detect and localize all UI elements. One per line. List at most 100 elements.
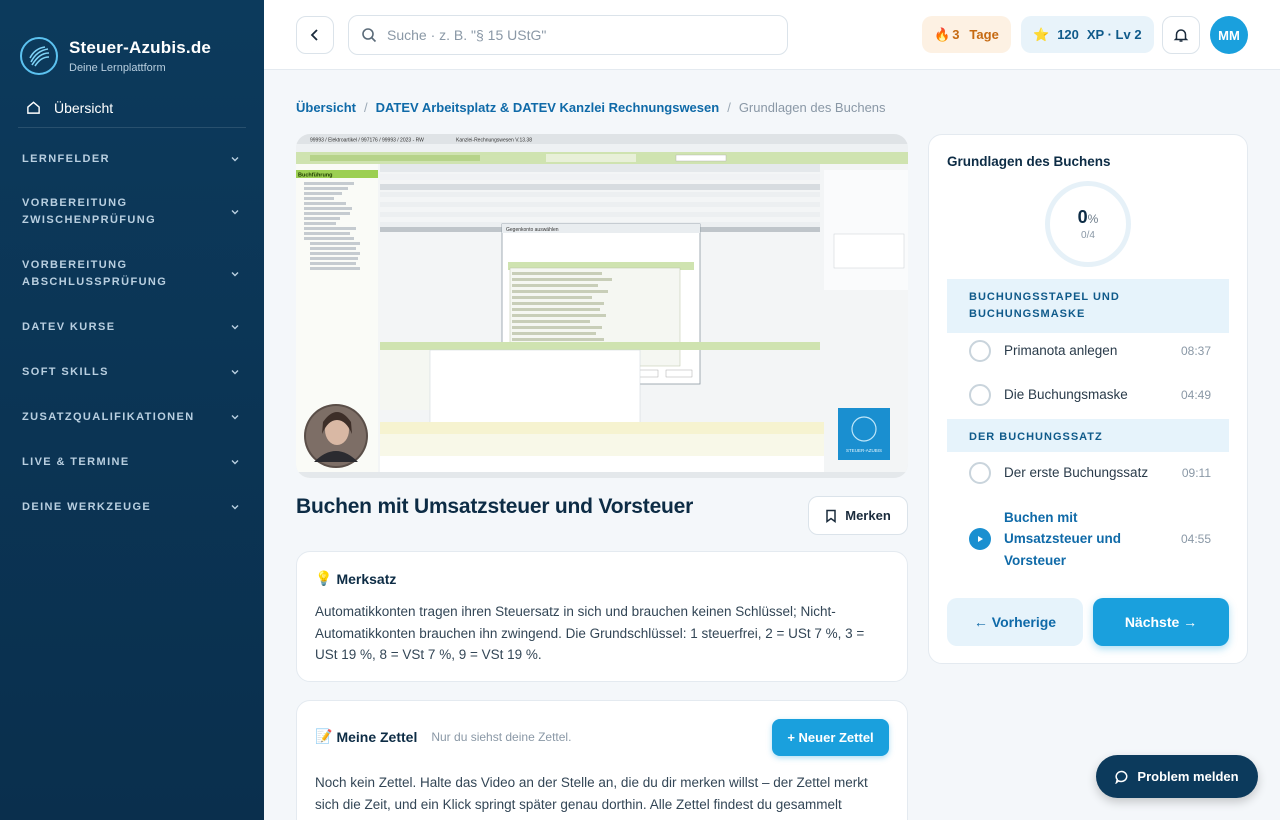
chevron-down-icon	[230, 457, 240, 467]
lesson-title: Buchen mit Umsatzsteuer und Vorsteuer	[296, 495, 694, 518]
sidebar-section[interactable]: LERNFELDER	[0, 150, 264, 168]
lesson-name: Buchen mit Umsatzsteuer und Vorsteuer	[1004, 509, 1122, 568]
search-input[interactable]	[387, 27, 767, 43]
video-watermark: STEUER-AZUBIS	[846, 448, 882, 453]
merksatz-heading: Merksatz	[336, 570, 397, 587]
breadcrumb: Übersicht / DATEV Arbeitsplatz & DATEV K…	[296, 100, 886, 115]
sidebar-section-label-line: VORBEREITUNG	[22, 197, 128, 209]
sidebar-section[interactable]: VORBEREITUNG ZWISCHENPRÜFUNG	[0, 195, 264, 229]
star-icon: ⭐	[1033, 26, 1050, 42]
streak-label: Tage	[969, 27, 999, 42]
sidebar-section-label: DEINE WERKZEUGE	[22, 499, 151, 516]
lightbulb-icon: 💡	[315, 570, 333, 586]
sidebar-section[interactable]: LIVE & TERMINE	[0, 453, 264, 471]
lesson-status-icon	[969, 462, 991, 484]
breadcrumb-current: Grundlagen des Buchens	[738, 100, 886, 115]
sidebar-section-label: VORBEREITUNG ABSCHLUSSPRÜFUNG	[22, 257, 167, 291]
user-avatar[interactable]: MM	[1210, 16, 1248, 54]
merksatz-text: Automatikkonten tragen ihren Steuersatz …	[315, 604, 865, 662]
breadcrumb-separator: /	[363, 100, 368, 115]
progress-percent: 0	[1077, 207, 1088, 227]
search-icon	[362, 28, 377, 43]
sidebar-section[interactable]: VORBEREITUNG ABSCHLUSSPRÜFUNG	[0, 257, 264, 291]
lesson-item[interactable]: Der erste Buchungssatz 09:11	[947, 459, 1229, 487]
progress-unit: %	[1087, 212, 1099, 226]
lesson-item[interactable]: Primanota anlegen 08:37	[947, 337, 1229, 365]
bell-icon	[1173, 29, 1189, 42]
notes-card: 📝 Meine Zettel Nur du siehst deine Zette…	[296, 700, 908, 820]
memo-icon: 📝	[315, 728, 333, 744]
progress-count: 0/4	[1081, 230, 1095, 241]
chevron-down-icon	[230, 412, 240, 422]
sidebar: Steuer-Azubis.de Deine Lernplattform Übe…	[0, 0, 264, 820]
brand[interactable]: Steuer-Azubis.de Deine Lernplattform	[0, 0, 264, 88]
bookmark-button[interactable]: Merken	[808, 496, 908, 535]
section-header: DER BUCHUNGSSATZ	[947, 419, 1229, 452]
section-header: BUCHUNGSSTAPEL UND BUCHUNGSMASKE	[947, 279, 1229, 333]
sidebar-section[interactable]: DATEV KURSE	[0, 318, 264, 336]
topbar: 🔥 3 Tage ⭐ 120 XP · Lv 2 MM	[264, 0, 1280, 70]
report-problem-label: Problem melden	[1137, 769, 1239, 784]
search-box[interactable]	[348, 15, 788, 55]
chevron-down-icon	[230, 154, 240, 164]
chevron-left-icon	[310, 29, 318, 41]
chevron-down-icon	[230, 502, 240, 512]
sidebar-section[interactable]: SOFT SKILLS	[0, 363, 264, 381]
chevron-down-icon	[230, 269, 240, 279]
video-frame: 99993 / Elektroartikel / 997176 / 99993 …	[296, 134, 908, 478]
sidebar-section-label: SOFT SKILLS	[22, 364, 109, 381]
chapter-title: Grundlagen des Buchens	[947, 154, 1111, 169]
video-window-title: 99993 / Elektroartikel / 997176 / 99993 …	[310, 138, 424, 144]
sidebar-section-label: ZUSATZQUALIFIKATIONEN	[22, 409, 195, 426]
sidebar-section[interactable]: DEINE WERKZEUGE	[0, 498, 264, 516]
sidebar-section-label: VORBEREITUNG ZWISCHENPRÜFUNG	[22, 195, 156, 229]
sidebar-item-label: Übersicht	[54, 99, 114, 116]
brand-subtitle: Deine Lernplattform	[69, 62, 166, 74]
home-icon	[26, 100, 44, 115]
sidebar-section-label-line: LERNFELDER	[22, 152, 110, 165]
lesson-name: Die Buchungsmaske	[1004, 387, 1128, 403]
lesson-duration: 09:11	[1181, 466, 1211, 480]
sidebar-section[interactable]: ZUSATZQUALIFIKATIONEN	[0, 408, 264, 426]
streak-count: 3	[952, 27, 960, 42]
streak-badge[interactable]: 🔥 3 Tage	[922, 16, 1011, 53]
chevron-down-icon	[230, 367, 240, 377]
notifications-button[interactable]	[1162, 16, 1200, 54]
next-lesson-button[interactable]: Nächste →	[1093, 598, 1229, 646]
video-app-title: Kanzlei-Rechnungswesen V.13.38	[456, 138, 532, 144]
chevron-down-icon	[230, 207, 240, 217]
lesson-duration: 04:49	[1180, 388, 1211, 402]
breadcrumb-link-overview[interactable]: Übersicht	[296, 100, 356, 115]
lesson-item[interactable]: Die Buchungsmaske 04:49	[947, 381, 1229, 409]
sidebar-section-label-line: DEINE WERKZEUGE	[22, 500, 152, 513]
sidebar-section-label: LIVE & TERMINE	[22, 454, 130, 471]
sidebar-section-label-line: ZUSATZQUALIFIKATIONEN	[22, 410, 195, 423]
video-player[interactable]: 99993 / Elektroartikel / 997176 / 99993 …	[296, 134, 908, 478]
sidebar-item-overview[interactable]: Übersicht	[18, 88, 246, 128]
sidebar-section-label-line: LIVE & TERMINE	[22, 455, 130, 468]
breadcrumb-link-course[interactable]: DATEV Arbeitsplatz & DATEV Kanzlei Rechn…	[376, 100, 720, 115]
report-problem-button[interactable]: Problem melden	[1096, 755, 1258, 798]
notes-empty-text: Noch kein Zettel. Halte das Video an der…	[315, 775, 868, 812]
progress-ring: 0% 0/4	[1045, 181, 1131, 267]
xp-badge[interactable]: ⭐ 120 XP · Lv 2	[1021, 16, 1154, 53]
lesson-duration: 08:37	[1180, 344, 1211, 358]
lesson-duration: 04:55	[1180, 532, 1211, 546]
sidebar-section-label: DATEV KURSE	[22, 319, 115, 336]
chat-bubble-icon	[1115, 770, 1129, 784]
xp-value: 120	[1057, 27, 1079, 42]
new-note-button[interactable]: + Neuer Zettel	[772, 719, 889, 756]
sidebar-section-label-line: ABSCHLUSSPRÜFUNG	[22, 276, 168, 288]
sidebar-section-label-line: VORBEREITUNG	[22, 259, 128, 271]
chapter-panel: Grundlagen des Buchens 0% 0/4 BUCHUNGSST…	[928, 134, 1248, 664]
sidebar-section-label-line: ZWISCHENPRÜFUNG	[22, 214, 157, 226]
lesson-item-active[interactable]: Buchen mit Umsatzsteuer und Vorsteuer 04…	[947, 506, 1229, 572]
breadcrumb-separator: /	[727, 100, 731, 115]
notes-heading: Meine Zettel	[336, 728, 418, 745]
previous-lesson-button[interactable]: ← Vorherige	[947, 598, 1083, 646]
brand-logo-icon	[20, 37, 58, 75]
lesson-status-icon	[969, 340, 991, 362]
back-button[interactable]	[296, 16, 334, 54]
play-icon	[969, 528, 991, 550]
lesson-name: Der erste Buchungssatz	[1004, 465, 1149, 481]
